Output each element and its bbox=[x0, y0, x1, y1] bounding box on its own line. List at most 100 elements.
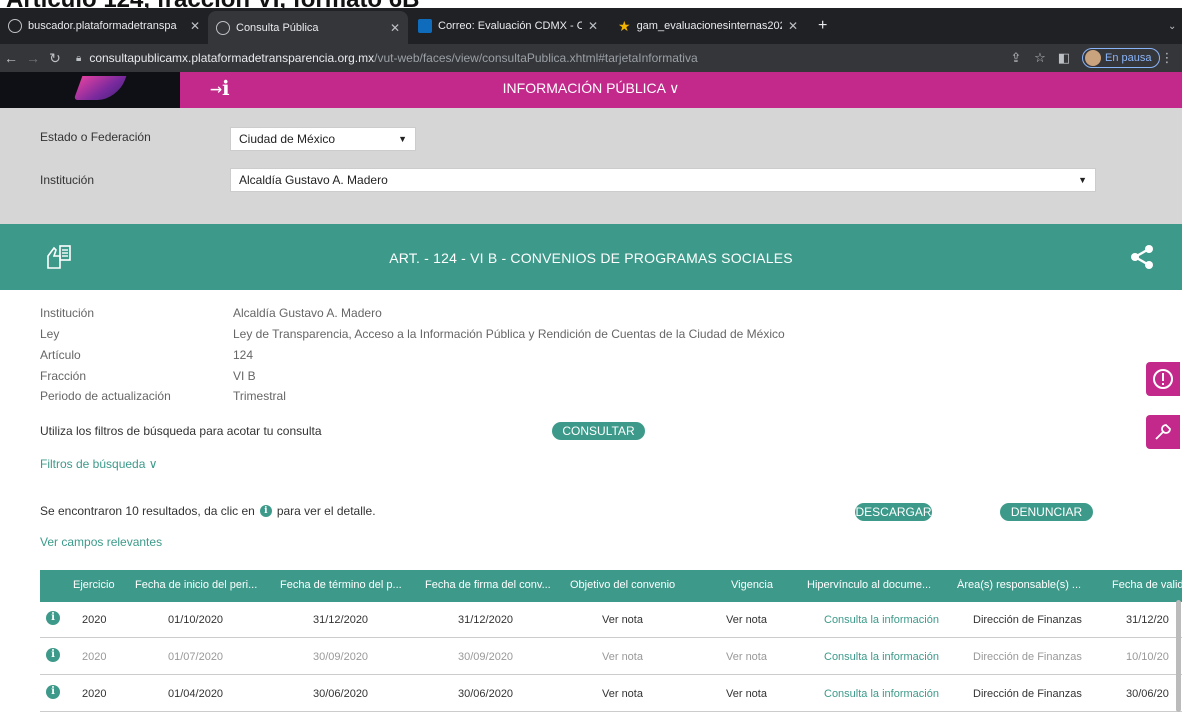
new-tab-button[interactable]: + bbox=[810, 8, 840, 44]
denunciar-button[interactable]: DENUNCIAR bbox=[1000, 503, 1093, 521]
column-header[interactable]: Fecha de término del p... bbox=[280, 579, 410, 591]
column-header[interactable]: Fecha de inicio del peri... bbox=[135, 579, 265, 591]
browser-toolbar: ← → ↻ 🔒︎ consultapublicamx.plataformadet… bbox=[0, 44, 1182, 72]
url-path: /vut-web/faces/view/consultaPublica.xhtm… bbox=[374, 51, 698, 65]
browser-tab-active[interactable]: Consulta Pública ✕ bbox=[208, 11, 408, 44]
column-header[interactable]: Objetivo del convenio bbox=[570, 579, 700, 591]
cell-hipervinculo-link[interactable]: Consulta la información bbox=[824, 688, 939, 700]
profile-button[interactable]: En pausa bbox=[1082, 48, 1161, 68]
estado-select[interactable]: Ciudad de México ▼ bbox=[230, 127, 416, 151]
cell-vigencia[interactable]: Ver nota bbox=[726, 688, 767, 700]
cell-area: Dirección de Finanzas bbox=[973, 651, 1082, 663]
bookmark-star-icon[interactable]: ☆ bbox=[1028, 50, 1052, 66]
info-icon[interactable]: i bbox=[46, 611, 60, 625]
informacion-publica-menu[interactable]: INFORMACIÓN PÚBLICA ∨ bbox=[0, 80, 1182, 97]
cell-area: Dirección de Finanzas bbox=[973, 688, 1082, 700]
lock-icon: 🔒︎ bbox=[76, 52, 82, 64]
browser-tab[interactable]: Correo: Evaluación CDMX - Ou ✕ bbox=[410, 8, 606, 44]
institucion-value: Alcaldía Gustavo A. Madero bbox=[239, 173, 388, 187]
wrench-icon bbox=[1155, 424, 1171, 440]
caret-down-icon: ▼ bbox=[398, 134, 407, 144]
column-header[interactable]: Ejercicio bbox=[73, 579, 115, 591]
estado-value: Ciudad de México bbox=[239, 132, 336, 146]
browser-tab[interactable]: ★ gam_evaluacionesinternas202 ✕ bbox=[610, 8, 806, 44]
results-prefix: Se encontraron 10 resultados, da clic en bbox=[40, 504, 255, 518]
search-hint: Utiliza los filtros de búsqueda para aco… bbox=[40, 424, 322, 438]
tab-title: Correo: Evaluación CDMX - Ou bbox=[438, 20, 582, 32]
table-scrollbar[interactable] bbox=[1176, 600, 1181, 712]
filters-panel bbox=[0, 108, 1182, 224]
institucion-label: Institución bbox=[40, 173, 95, 187]
close-icon[interactable]: ✕ bbox=[788, 19, 798, 33]
caret-down-icon: ▼ bbox=[1078, 175, 1087, 185]
back-icon[interactable]: ← bbox=[0, 50, 22, 66]
cell-validacion: 10/10/20 bbox=[1126, 651, 1169, 663]
cell-inicio: 01/10/2020 bbox=[168, 614, 224, 626]
cell-ejercicio: 2020 bbox=[82, 614, 107, 626]
column-header[interactable]: Fecha de valid bbox=[1112, 579, 1182, 591]
meta-value: Trimestral bbox=[233, 389, 286, 403]
cell-objetivo[interactable]: Ver nota bbox=[602, 651, 643, 663]
outlook-icon bbox=[418, 19, 432, 33]
share-icon[interactable] bbox=[1128, 243, 1156, 271]
menu-label[interactable]: INFORMACIÓN PÚBLICA ∨ bbox=[503, 80, 680, 96]
tab-search-icon[interactable]: ⌄ bbox=[1160, 8, 1182, 44]
close-icon[interactable]: ✕ bbox=[588, 19, 598, 33]
column-header[interactable]: Hipervínculo al docume... bbox=[807, 579, 947, 591]
info-icon[interactable]: i bbox=[46, 685, 60, 699]
column-header[interactable]: Fecha de firma del conv... bbox=[425, 579, 555, 591]
estado-label: Estado o Federación bbox=[40, 130, 151, 144]
meta-value: VI B bbox=[233, 369, 256, 383]
share-page-icon[interactable]: ⇪ bbox=[1004, 50, 1028, 66]
table-row: i 2020 01/04/2020 30/06/2020 30/06/2020 … bbox=[40, 676, 1182, 712]
institucion-select[interactable]: Alcaldía Gustavo A. Madero ▼ bbox=[230, 168, 1096, 192]
info-icon[interactable]: i bbox=[46, 648, 60, 662]
cell-inicio: 01/04/2020 bbox=[168, 688, 224, 700]
cell-hipervinculo-link[interactable]: Consulta la información bbox=[824, 614, 939, 626]
cell-hipervinculo-link[interactable]: Consulta la información bbox=[824, 651, 939, 663]
tab-title: gam_evaluacionesinternas202 bbox=[636, 20, 782, 32]
cell-ejercicio: 2020 bbox=[82, 651, 107, 663]
descargar-label: DESCARGAR bbox=[855, 505, 932, 519]
info-icon: i bbox=[259, 505, 272, 517]
side-panel-icon[interactable]: ◧ bbox=[1052, 50, 1076, 66]
cell-vigencia[interactable]: Ver nota bbox=[726, 614, 767, 626]
tools-button[interactable] bbox=[1146, 415, 1180, 449]
meta-key: Institución bbox=[40, 306, 95, 320]
article-title: ART. - 124 - VI B - CONVENIOS DE PROGRAM… bbox=[389, 250, 793, 266]
reload-icon[interactable]: ↻ bbox=[44, 50, 66, 67]
table-row: i 2020 01/07/2020 30/09/2020 30/09/2020 … bbox=[40, 639, 1182, 675]
alert-button[interactable] bbox=[1146, 362, 1180, 396]
close-icon[interactable]: ✕ bbox=[190, 19, 200, 33]
meta-value: 124 bbox=[233, 348, 254, 362]
browser-tab-bar: buscador.plataformadetranspa ✕ Consulta … bbox=[0, 8, 1182, 44]
results-suffix: para ver el detalle. bbox=[276, 504, 376, 518]
menu-kebab-icon[interactable]: ⋮ bbox=[1160, 50, 1173, 66]
column-header[interactable]: Área(s) responsable(s) ... bbox=[957, 579, 1097, 591]
cell-inicio: 01/07/2020 bbox=[168, 651, 224, 663]
cell-validacion: 30/06/20 bbox=[1126, 688, 1169, 700]
browser-tab[interactable]: buscador.plataformadetranspa ✕ bbox=[0, 8, 208, 44]
cell-validacion: 31/12/20 bbox=[1126, 614, 1169, 626]
cell-ejercicio: 2020 bbox=[82, 688, 107, 700]
cell-objetivo[interactable]: Ver nota bbox=[602, 688, 643, 700]
table-row: i 2020 01/10/2020 31/12/2020 31/12/2020 … bbox=[40, 602, 1182, 638]
consultar-button[interactable]: CONSULTAR bbox=[552, 422, 645, 440]
cell-vigencia[interactable]: Ver nota bbox=[726, 651, 767, 663]
forward-icon[interactable]: → bbox=[22, 50, 44, 66]
address-bar[interactable]: 🔒︎ consultapublicamx.plataformadetranspa… bbox=[70, 46, 970, 70]
column-header[interactable]: Vigencia bbox=[731, 579, 773, 591]
alert-circle-icon bbox=[1153, 369, 1173, 389]
filtros-busqueda-link[interactable]: Filtros de búsqueda ∨ bbox=[40, 457, 158, 471]
table-header: Ejercicio Fecha de inicio del peri... Fe… bbox=[40, 570, 1182, 602]
cell-objetivo[interactable]: Ver nota bbox=[602, 614, 643, 626]
avatar bbox=[1085, 50, 1101, 66]
close-icon[interactable]: ✕ bbox=[390, 21, 400, 35]
cell-termino: 31/12/2020 bbox=[313, 614, 369, 626]
star-icon: ★ bbox=[618, 17, 631, 34]
ver-campos-relevantes-link[interactable]: Ver campos relevantes bbox=[40, 535, 162, 549]
page-heading: Artículo 124, fracción VI, formato 6B bbox=[0, 0, 1182, 8]
tab-title: Consulta Pública bbox=[236, 21, 319, 34]
meta-value: Alcaldía Gustavo A. Madero bbox=[233, 306, 382, 320]
descargar-button[interactable]: DESCARGAR bbox=[855, 503, 932, 521]
